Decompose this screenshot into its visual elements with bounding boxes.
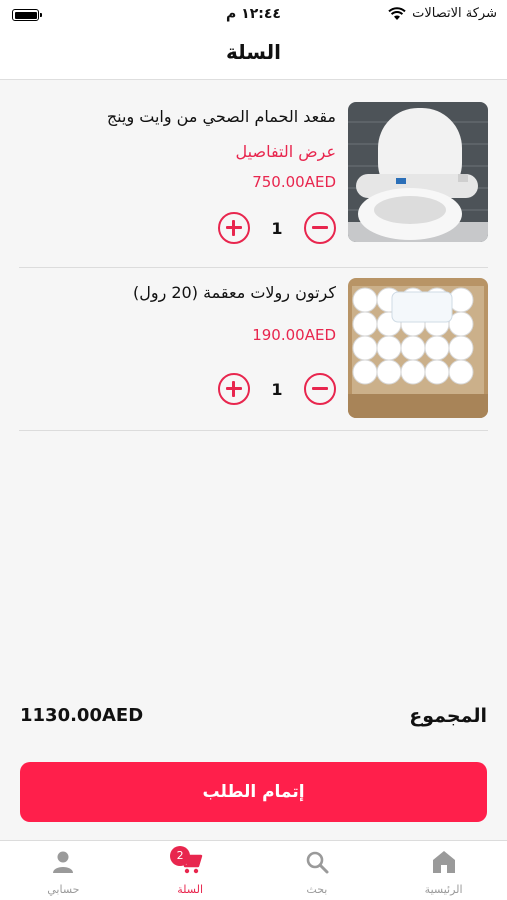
cart-item-price: 750.00AED [252, 173, 336, 191]
tissue-rolls-image[interactable] [348, 278, 488, 418]
bottom-tab-bar: حسابي 2 السلة بحث الرئيسية [0, 840, 507, 900]
total-label: المجموع [409, 705, 487, 727]
cart-item: كرتون رولات معقمة (20 رول) 190.00AED 1 [19, 278, 488, 431]
decrease-quantity-button[interactable] [303, 212, 336, 244]
cart-item-price: 190.00AED [252, 326, 336, 344]
cart-count-badge: 2 [170, 846, 191, 866]
view-details-link[interactable]: عرض التفاصيل [19, 142, 336, 161]
increase-quantity-button[interactable] [218, 373, 250, 405]
cart-item: مقعد الحمام الصحي من وايت وينج عرض التفا… [19, 102, 488, 268]
tab-search[interactable]: بحث [254, 841, 381, 900]
status-bar: ١٢:٤٤ م شركة الاتصالات [0, 0, 507, 30]
cart-total: 1130.00AED المجموع [20, 705, 487, 737]
page-title: السلة [225, 40, 281, 64]
quantity-stepper: 1 [218, 212, 336, 244]
total-amount: 1130.00AED [20, 705, 144, 726]
tab-cart[interactable]: 2 السلة [127, 841, 254, 900]
tab-label: حسابي [47, 883, 80, 896]
tab-home[interactable]: الرئيسية [380, 841, 507, 900]
quantity-value: 1 [271, 218, 283, 238]
quantity-value: 1 [271, 379, 283, 399]
search-icon [306, 851, 329, 874]
carrier-name: شركة الاتصالات [412, 6, 497, 21]
cart-item-name: مقعد الحمام الصحي من وايت وينج [106, 107, 336, 126]
page-header: السلة [0, 30, 507, 80]
wifi-icon [388, 6, 406, 20]
tab-label: بحث [306, 883, 328, 896]
toilet-seat-image[interactable] [348, 102, 488, 242]
increase-quantity-button[interactable] [218, 212, 250, 244]
user-icon [53, 851, 74, 873]
status-carrier: شركة الاتصالات [388, 6, 497, 21]
cart-item-info: مقعد الحمام الصحي من وايت وينج عرض التفا… [19, 102, 336, 191]
tab-account[interactable]: حسابي [0, 841, 127, 900]
decrease-quantity-button[interactable] [303, 373, 336, 405]
cart-item-info: كرتون رولات معقمة (20 رول) 190.00AED [19, 278, 336, 344]
tab-label: الرئيسية [424, 883, 463, 896]
cart-item-name: كرتون رولات معقمة (20 رول) [132, 283, 336, 302]
tab-label: السلة [177, 883, 203, 896]
quantity-stepper: 1 [218, 373, 336, 405]
home-icon [432, 851, 455, 873]
checkout-button[interactable]: إتمام الطلب [20, 762, 487, 822]
